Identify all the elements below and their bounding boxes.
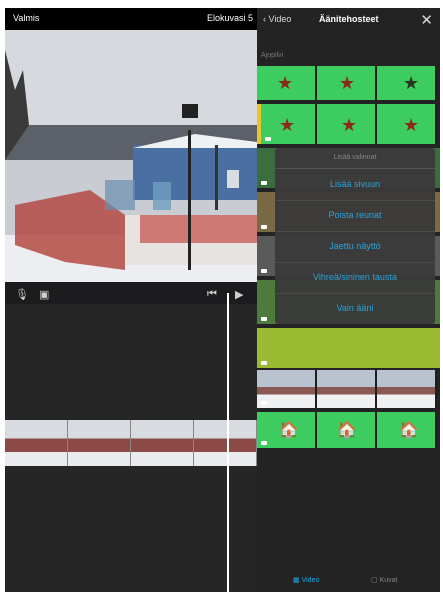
photo-icon: ▢ [371,577,378,584]
audio-indicator [261,361,267,365]
close-icon[interactable]: ✕ [420,11,433,29]
project-title: Elokuvasi 5 [206,13,253,23]
tab-photos-label: Kuvat [379,577,398,584]
playhead[interactable] [227,293,229,592]
microphone-icon[interactable]: 🎙 [15,288,29,301]
media-thumb[interactable]: ★ [257,66,317,100]
star-icon: ★ [403,73,420,93]
context-menu: Lisää valinnat Lisää sivuun Poista reuna… [275,148,435,324]
editor-controls: 🎙 ▣ ⏮ ▶ [5,286,257,304]
media-thumb[interactable] [317,370,377,408]
star-icon: ★ [339,73,356,93]
done-button[interactable]: Valmis [13,13,39,23]
back-label: Video [268,14,292,24]
media-thumb[interactable]: ★ [377,104,437,144]
media-panel: ‹ Video Äänitehosteet ✕ Ajopilvi ★ ★ ★ ★… [257,8,440,592]
star-icon: ★ [341,115,358,135]
media-thumb[interactable]: ★ [377,66,437,100]
media-thumb[interactable]: 🏠 [257,412,317,448]
section-label: Ajopilvi [261,52,284,59]
star-icon: ★ [277,73,294,93]
media-row[interactable]: 🏠 🏠 🏠 [257,412,440,448]
back-button[interactable]: ‹ Video [263,14,291,24]
panel-title: Äänitehosteet [319,14,379,24]
audio-indicator [261,401,267,405]
clip-frame [131,420,194,466]
preview-image [5,30,257,282]
panel-header: ‹ Video Äänitehosteet ✕ [257,8,440,32]
editor-topbar: Valmis Elokuvasi 5 [5,8,257,30]
media-thumb[interactable] [377,370,437,408]
media-thumb[interactable]: ★ [317,104,377,144]
clip-strip[interactable] [5,420,257,466]
audio-indicator [265,137,271,141]
menu-item-green-screen[interactable]: Vihreä/sininen tausta [275,262,435,294]
media-thumb[interactable]: ★ [317,66,377,100]
clip-frame [194,420,257,466]
menu-item-remove-edges[interactable]: Poista reunat [275,200,435,232]
camera-icon[interactable]: ▣ [39,288,49,301]
star-icon: ★ [403,115,420,135]
media-thumb[interactable]: 🏠 [317,412,377,448]
menu-header: Lisää valinnat [275,148,435,169]
audio-indicator [261,441,267,445]
star-icon: ★ [279,115,296,135]
clip-frame [68,420,131,466]
media-row[interactable]: ★ ★ ★ [257,66,440,100]
video-icon: ▦ [293,577,300,584]
menu-item-add[interactable]: Lisää sivuun [275,169,435,201]
house-icon: 🏠 [279,422,299,439]
audio-indicator [261,317,267,321]
tab-photos[interactable]: ▢ Kuvat [371,576,397,584]
tab-video-label: Video [301,577,320,584]
media-thumb[interactable]: 🏠 [377,412,437,448]
media-row[interactable] [257,328,440,368]
media-thumb[interactable] [257,370,317,408]
play-icon[interactable]: ▶ [235,288,243,301]
menu-item-split-screen[interactable]: Jaettu näyttö [275,231,435,263]
skip-back-icon[interactable]: ⏮ [207,288,217,301]
video-preview[interactable] [5,30,257,282]
house-icon: 🏠 [399,422,419,439]
house-icon: 🏠 [337,422,357,439]
media-row[interactable] [257,370,440,408]
audio-indicator [261,269,267,273]
menu-item-audio-only[interactable]: Vain ääni [275,293,435,324]
media-row[interactable]: ★ ★ ★ [257,104,440,144]
media-thumb[interactable]: ★ [257,104,317,144]
tab-video[interactable]: ▦ Video [293,576,319,584]
audio-indicator [261,225,267,229]
panel-tabbar: ▦ Video ▢ Kuvat [257,568,440,592]
app-window: Valmis Elokuvasi 5 🎙 ▣ ⏮ ▶ ‹ Video Äänit… [5,8,440,592]
audio-indicator [261,181,267,185]
clip-frame [5,420,68,466]
